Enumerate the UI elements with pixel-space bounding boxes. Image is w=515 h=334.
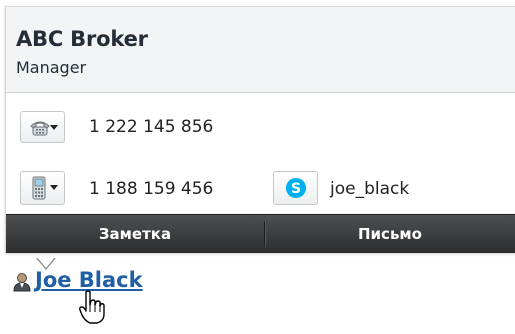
mobile-type-dropdown[interactable] <box>20 171 65 205</box>
hand-pointer-icon <box>79 290 105 328</box>
popup-pointer-fill <box>37 257 55 268</box>
action-bar: Заметка Письмо <box>6 214 515 253</box>
company-name: ABC Broker <box>16 27 148 51</box>
note-button[interactable]: Заметка <box>6 215 264 253</box>
contact-role: Manager <box>16 58 87 77</box>
skype-icon: S <box>285 177 307 203</box>
mobile-phone-icon <box>32 176 46 204</box>
phone-type-dropdown[interactable] <box>20 111 65 143</box>
chevron-down-icon <box>50 125 58 130</box>
card-header: ABC Broker Manager <box>6 7 515 93</box>
person-icon <box>13 272 31 296</box>
skype-username: joe_black <box>330 179 410 199</box>
desk-phone-icon <box>29 117 51 141</box>
contact-details: 1 222 145 856 1 188 159 456 S joe_black <box>6 93 515 213</box>
chevron-down-icon <box>50 185 58 190</box>
phone-number: 1 222 145 856 <box>89 117 214 137</box>
skype-button[interactable]: S <box>273 171 318 205</box>
svg-text:S: S <box>291 181 301 197</box>
contact-name-link[interactable]: Joe Black <box>35 268 143 292</box>
letter-button[interactable]: Письмо <box>265 215 515 253</box>
mobile-number: 1 188 159 456 <box>89 179 214 199</box>
contact-popup-card: ABC Broker Manager 1 222 145 856 1 188 1… <box>5 6 515 253</box>
